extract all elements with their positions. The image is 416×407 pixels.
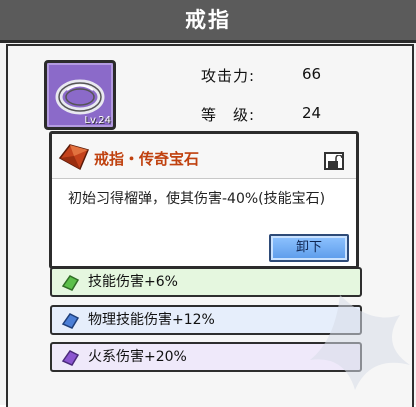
attribute-text: 技能伤害+6% bbox=[88, 274, 178, 290]
purple-gem-icon bbox=[61, 350, 80, 366]
unload-button[interactable]: 卸下 bbox=[269, 234, 349, 262]
level-value: 24 bbox=[302, 104, 322, 122]
equipment-window: 戒指 Lv.24 攻击力: 66 等 级: 24 技能伤害+6% 物理技能伤害+… bbox=[0, 0, 416, 407]
attack-label: 攻击力: bbox=[201, 67, 256, 85]
lock-icon bbox=[328, 154, 343, 168]
popup-header: 戒指・传奇宝石 bbox=[52, 134, 356, 179]
attribute-text: 火系伤害+20% bbox=[88, 349, 187, 365]
ring-graphic bbox=[55, 79, 105, 115]
green-gem-icon bbox=[61, 275, 80, 291]
level-label: 等 级: bbox=[201, 106, 256, 124]
popup-title: 戒指・传奇宝石 bbox=[94, 150, 200, 168]
window-title: 戒指 bbox=[0, 0, 416, 43]
red-gem-icon bbox=[58, 144, 90, 171]
lock-button[interactable] bbox=[324, 152, 344, 170]
popup-description: 初始习得榴弹，使其伤害-40%(技能宝石) bbox=[68, 191, 326, 207]
ring-icon[interactable]: Lv.24 bbox=[44, 60, 116, 130]
blue-gem-icon bbox=[61, 313, 80, 329]
attack-value: 66 bbox=[302, 65, 322, 83]
level-badge: Lv.24 bbox=[84, 115, 111, 126]
attribute-text: 物理技能伤害+12% bbox=[88, 312, 215, 328]
logo-watermark bbox=[310, 295, 410, 390]
gem-detail-popup: 戒指・传奇宝石 初始习得榴弹，使其伤害-40%(技能宝石) 卸下 bbox=[49, 131, 359, 269]
